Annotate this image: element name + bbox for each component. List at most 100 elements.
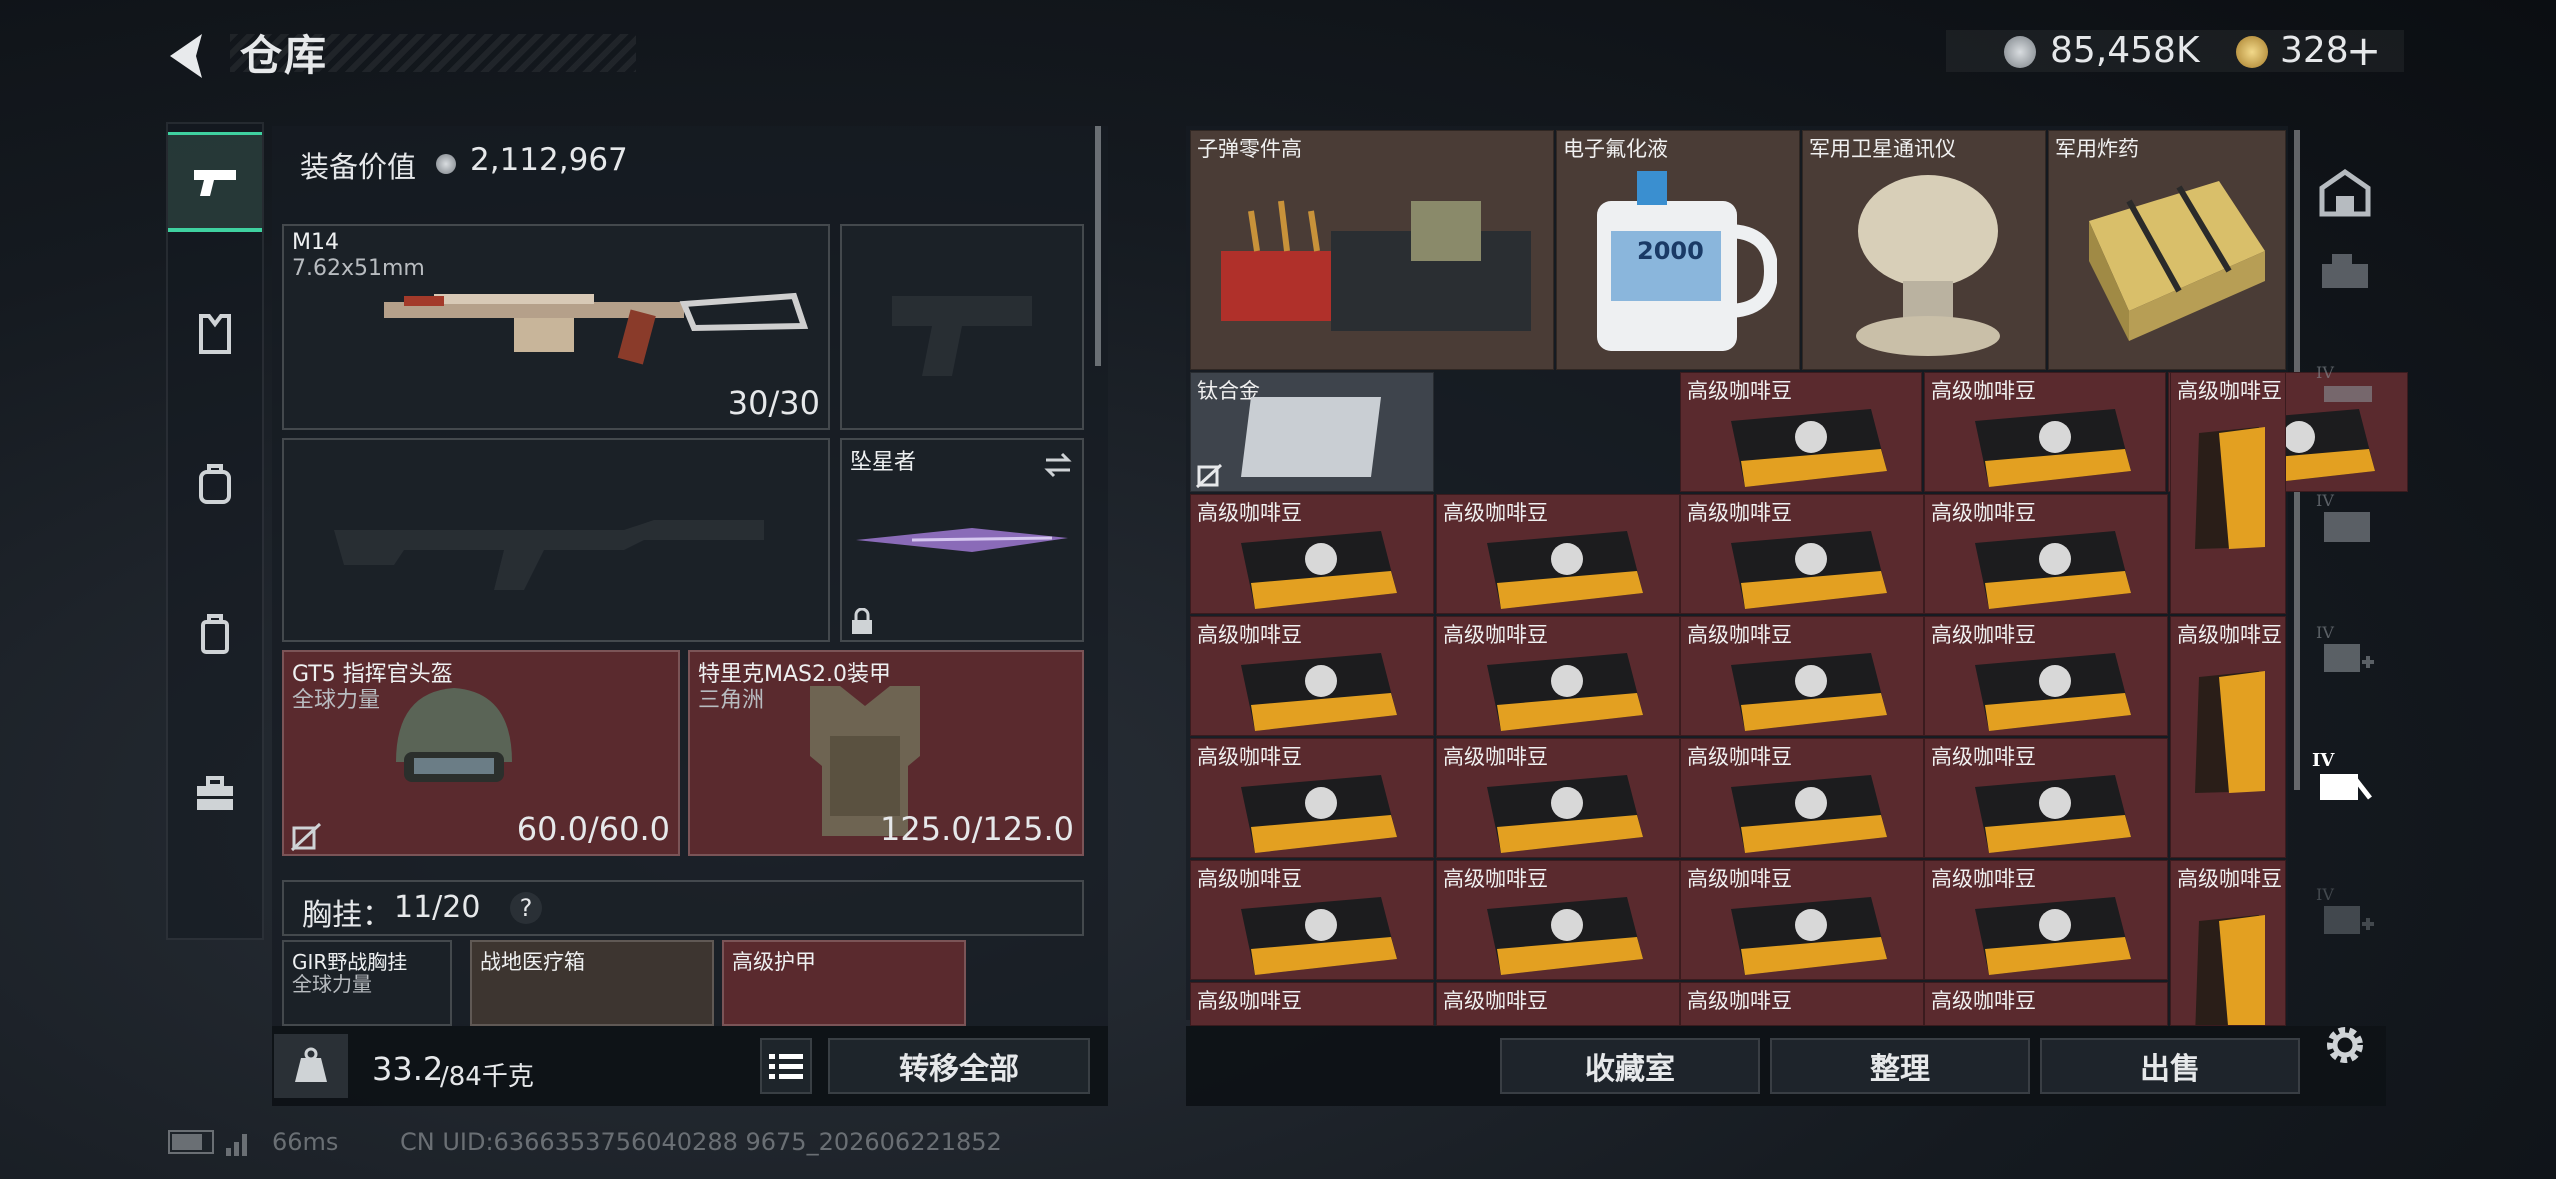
- sidearm-slot[interactable]: [840, 224, 1084, 430]
- melee-slot[interactable]: 坠星者: [840, 438, 1084, 642]
- stash-item-coffee-beans[interactable]: 高级咖啡豆: [1680, 860, 1924, 980]
- stash-item-coffee-beans[interactable]: 高级咖啡豆: [2170, 860, 2286, 1026]
- no-insure-icon: [290, 822, 322, 852]
- sort-button[interactable]: 整理: [1770, 1038, 2030, 1094]
- stash-item-coffee-beans[interactable]: 高级咖啡豆: [1436, 982, 1680, 1026]
- stash-item-ammo-parts[interactable]: 子弹零件高: [1190, 130, 1554, 370]
- nav-backpack[interactable]: [168, 434, 262, 534]
- rig-item[interactable]: 战地医疗箱: [470, 940, 714, 1026]
- backpack-icon: [199, 464, 231, 504]
- stash-tab-7[interactable]: IV: [2316, 884, 2374, 944]
- back-arrow-icon[interactable]: [160, 26, 220, 86]
- sell-button[interactable]: 出售: [2040, 1038, 2300, 1094]
- coffee-bag-icon: [1975, 531, 2131, 609]
- nav-vest[interactable]: [168, 284, 262, 384]
- stash-item-coffee-beans[interactable]: 高级咖啡豆: [2170, 372, 2286, 614]
- stash-item-coffee-beans[interactable]: 高级咖啡豆: [1924, 372, 2166, 492]
- stash-item-titanium[interactable]: 钛合金: [1190, 372, 1434, 492]
- vest-icon: [199, 314, 231, 354]
- primary-weapon-slot[interactable]: M14 7.62x51mm 30/30: [282, 224, 830, 430]
- stash-item-coffee-beans[interactable]: 高级咖啡豆: [1924, 616, 2168, 736]
- explosives-crate-icon: [2089, 181, 2265, 341]
- stash-tab-3[interactable]: IV: [2316, 362, 2374, 416]
- signal-icon: [226, 1130, 252, 1160]
- add-currency-button[interactable]: +: [2346, 26, 2381, 75]
- stash-item-coffee-beans[interactable]: 高级咖啡豆: [1436, 494, 1680, 614]
- nav-toolbox[interactable]: [168, 744, 262, 844]
- stash-item-coffee-beans[interactable]: 高级咖啡豆: [1924, 860, 2168, 980]
- titanium-plate-icon: [1241, 397, 1381, 477]
- stash-tab-all[interactable]: [2318, 168, 2372, 222]
- stash-item-coffee-beans[interactable]: 高级咖啡豆: [1924, 494, 2168, 614]
- stash-item-coffee-beans[interactable]: 高级咖啡豆: [1680, 372, 1922, 492]
- rig-header: 胸挂： 11/20 ?: [282, 880, 1084, 936]
- svg-text:IV: IV: [2316, 363, 2334, 382]
- warehouse-icon: [2319, 168, 2371, 217]
- silver-balance: 85,458K: [2050, 30, 2200, 71]
- stash-item-coffee-beans[interactable]: 高级咖啡豆: [1436, 738, 1680, 858]
- rifle-silhouette-icon: [334, 520, 764, 590]
- loadout-nav: [166, 122, 264, 940]
- battery-icon: [168, 1130, 214, 1154]
- knife-icon: [856, 528, 1068, 552]
- settings-gear-icon[interactable]: [2318, 1018, 2372, 1076]
- coffee-bag-icon: [1241, 531, 1397, 609]
- equip-value: 2,112,967: [470, 142, 628, 178]
- stash-item-coffee-beans[interactable]: 高级咖啡豆: [1190, 738, 1434, 858]
- stash-item-coolant[interactable]: 电子氟化液 2000: [1556, 130, 1800, 370]
- stash-tab-4[interactable]: IV: [2316, 490, 2374, 550]
- secondary-weapon-slot[interactable]: [282, 438, 830, 642]
- nav-case[interactable]: [168, 584, 262, 684]
- armor-slot[interactable]: 特里克MAS2.0装甲 三角洲 125.0/125.0: [688, 650, 1084, 856]
- jug-label: 2000: [1637, 237, 1704, 265]
- stash-item-coffee-beans[interactable]: 高级咖啡豆: [1680, 982, 1924, 1026]
- stash-item-coffee-beans[interactable]: 高级咖啡豆: [1680, 616, 1924, 736]
- stash-item-explosives[interactable]: 军用炸药: [2048, 130, 2286, 370]
- nav-weapons[interactable]: [168, 132, 262, 232]
- list-view-button[interactable]: [760, 1038, 812, 1094]
- svg-text:IV: IV: [2316, 491, 2334, 510]
- coffee-bag-icon: [1731, 409, 1887, 487]
- stash-item-sat-comm[interactable]: 军用卫星通讯仪: [1802, 130, 2046, 370]
- transfer-all-button[interactable]: 转移全部: [828, 1038, 1090, 1094]
- rig-item[interactable]: GIR野战胸挂 全球力量: [282, 940, 452, 1026]
- ammo-count: 30/30: [727, 384, 820, 422]
- stash-item-coffee-beans[interactable]: 高级咖啡豆: [1190, 860, 1434, 980]
- satellite-dish-icon: [1856, 175, 2000, 356]
- svg-text:IV: IV: [2316, 623, 2334, 642]
- stash-item-coffee-beans[interactable]: 高级咖啡豆: [2170, 616, 2286, 858]
- coffee-bag-icon: [1487, 653, 1643, 731]
- rig-label: 胸挂：: [302, 898, 392, 933]
- list-icon: [769, 1054, 803, 1079]
- uid-text: CN UID:6366353756040288 9675_20260622185…: [400, 1128, 1002, 1156]
- helmet-slot[interactable]: GT5 指挥官头盔 全球力量 60.0/60.0: [282, 650, 680, 856]
- coffee-bag-icon: [1731, 653, 1887, 731]
- swap-icon[interactable]: [1042, 450, 1074, 480]
- collection-room-button[interactable]: 收藏室: [1500, 1038, 1760, 1094]
- stash-item-coffee-beans[interactable]: 高级咖啡豆: [1190, 982, 1434, 1026]
- tier-iv-medkit-icon: IV: [2316, 623, 2374, 672]
- stash-item-coffee-beans[interactable]: 高级咖啡豆: [1436, 860, 1680, 980]
- stash-tab-6-active[interactable]: IV: [2312, 750, 2372, 810]
- carry-weight: 33.2: [372, 1050, 444, 1088]
- stash-item-coffee-beans[interactable]: 高级咖啡豆: [1436, 616, 1680, 736]
- stash-item-coffee-beans[interactable]: 高级咖啡豆: [1924, 738, 2168, 858]
- coffee-bag-icon: [1975, 897, 2131, 975]
- rig-item[interactable]: 高级护甲: [722, 940, 966, 1026]
- stash-item-coffee-beans[interactable]: 高级咖啡豆: [1680, 494, 1924, 614]
- stash-item-coffee-beans[interactable]: 高级咖啡豆: [1190, 494, 1434, 614]
- coffee-bag-icon: [1487, 531, 1643, 609]
- rig-help-button[interactable]: ?: [510, 892, 542, 924]
- coffee-bag-icon: [1487, 897, 1643, 975]
- case-icon: [201, 614, 229, 654]
- stash-item-coffee-beans[interactable]: 高级咖啡豆: [1190, 616, 1434, 736]
- stash-item-coffee-beans[interactable]: 高级咖啡豆: [1924, 982, 2168, 1026]
- stash-tab-2[interactable]: [2318, 250, 2372, 298]
- stash-item-coffee-beans[interactable]: 高级咖啡豆: [1680, 738, 1924, 858]
- coffee-bag-icon: [2195, 915, 2265, 1025]
- stash-tab-5[interactable]: IV: [2316, 622, 2374, 682]
- equip-value-label: 装备价值: [300, 150, 417, 184]
- loadout-scrollbar[interactable]: [1095, 126, 1101, 366]
- tier-iv-add-icon: IV: [2316, 885, 2374, 934]
- coffee-bag-icon: [1731, 897, 1887, 975]
